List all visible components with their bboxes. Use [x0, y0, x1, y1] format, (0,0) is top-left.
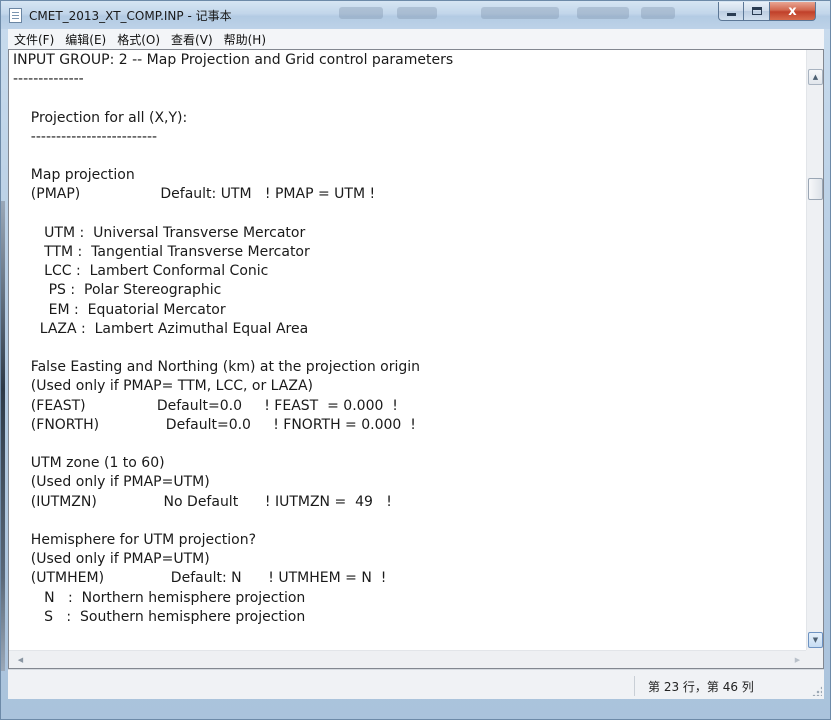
vertical-scroll-thumb[interactable] — [808, 178, 823, 200]
background-window-edge — [1, 201, 5, 671]
notepad-icon[interactable] — [9, 8, 22, 23]
window-title: CMET_2013_XT_COMP.INP - 记事本 — [29, 9, 232, 23]
scroll-left-arrow-icon[interactable]: ◀ — [13, 652, 28, 668]
scrollbar-corner — [806, 650, 823, 668]
text-editor[interactable]: INPUT GROUP: 2 -- Map Projection and Gri… — [8, 49, 824, 669]
blurred-background-title — [339, 7, 383, 19]
resize-grip-icon[interactable] — [812, 686, 822, 696]
blurred-background-title — [481, 7, 559, 19]
scroll-down-arrow-icon[interactable]: ▼ — [808, 632, 823, 648]
menu-format[interactable]: 格式(O) — [112, 31, 165, 48]
blurred-background-title — [577, 7, 629, 19]
close-button[interactable]: x — [770, 2, 816, 21]
maximize-button[interactable] — [744, 2, 770, 21]
text-content-area[interactable]: INPUT GROUP: 2 -- Map Projection and Gri… — [9, 50, 807, 650]
maximize-icon — [751, 7, 762, 15]
blurred-background-title — [641, 7, 675, 19]
minimize-button[interactable] — [718, 2, 744, 21]
notepad-window: CMET_2013_XT_COMP.INP - 记事本 x 文件(F) 编辑(E… — [0, 0, 831, 720]
horizontal-scrollbar[interactable]: ◀ ▶ — [9, 650, 807, 668]
scroll-up-arrow-icon[interactable]: ▲ — [808, 69, 823, 85]
document-text[interactable]: INPUT GROUP: 2 -- Map Projection and Gri… — [9, 50, 807, 627]
menu-bar: 文件(F) 编辑(E) 格式(O) 查看(V) 帮助(H) — [8, 29, 824, 50]
title-bar[interactable]: CMET_2013_XT_COMP.INP - 记事本 x — [1, 1, 830, 29]
vertical-scrollbar[interactable]: ▲ ▼ — [806, 50, 823, 650]
cursor-position: 第 23 行，第 46 列 — [648, 680, 754, 694]
status-bar: 第 23 行，第 46 列 — [8, 669, 824, 699]
blurred-background-title — [397, 7, 437, 19]
close-icon: x — [788, 3, 797, 19]
minimize-icon — [726, 12, 736, 16]
menu-edit[interactable]: 编辑(E) — [60, 31, 111, 48]
menu-file[interactable]: 文件(F) — [9, 31, 59, 48]
menu-view[interactable]: 查看(V) — [166, 31, 218, 48]
status-divider — [634, 676, 635, 696]
menu-help[interactable]: 帮助(H) — [219, 31, 271, 48]
scroll-right-arrow-icon[interactable]: ▶ — [790, 652, 805, 668]
